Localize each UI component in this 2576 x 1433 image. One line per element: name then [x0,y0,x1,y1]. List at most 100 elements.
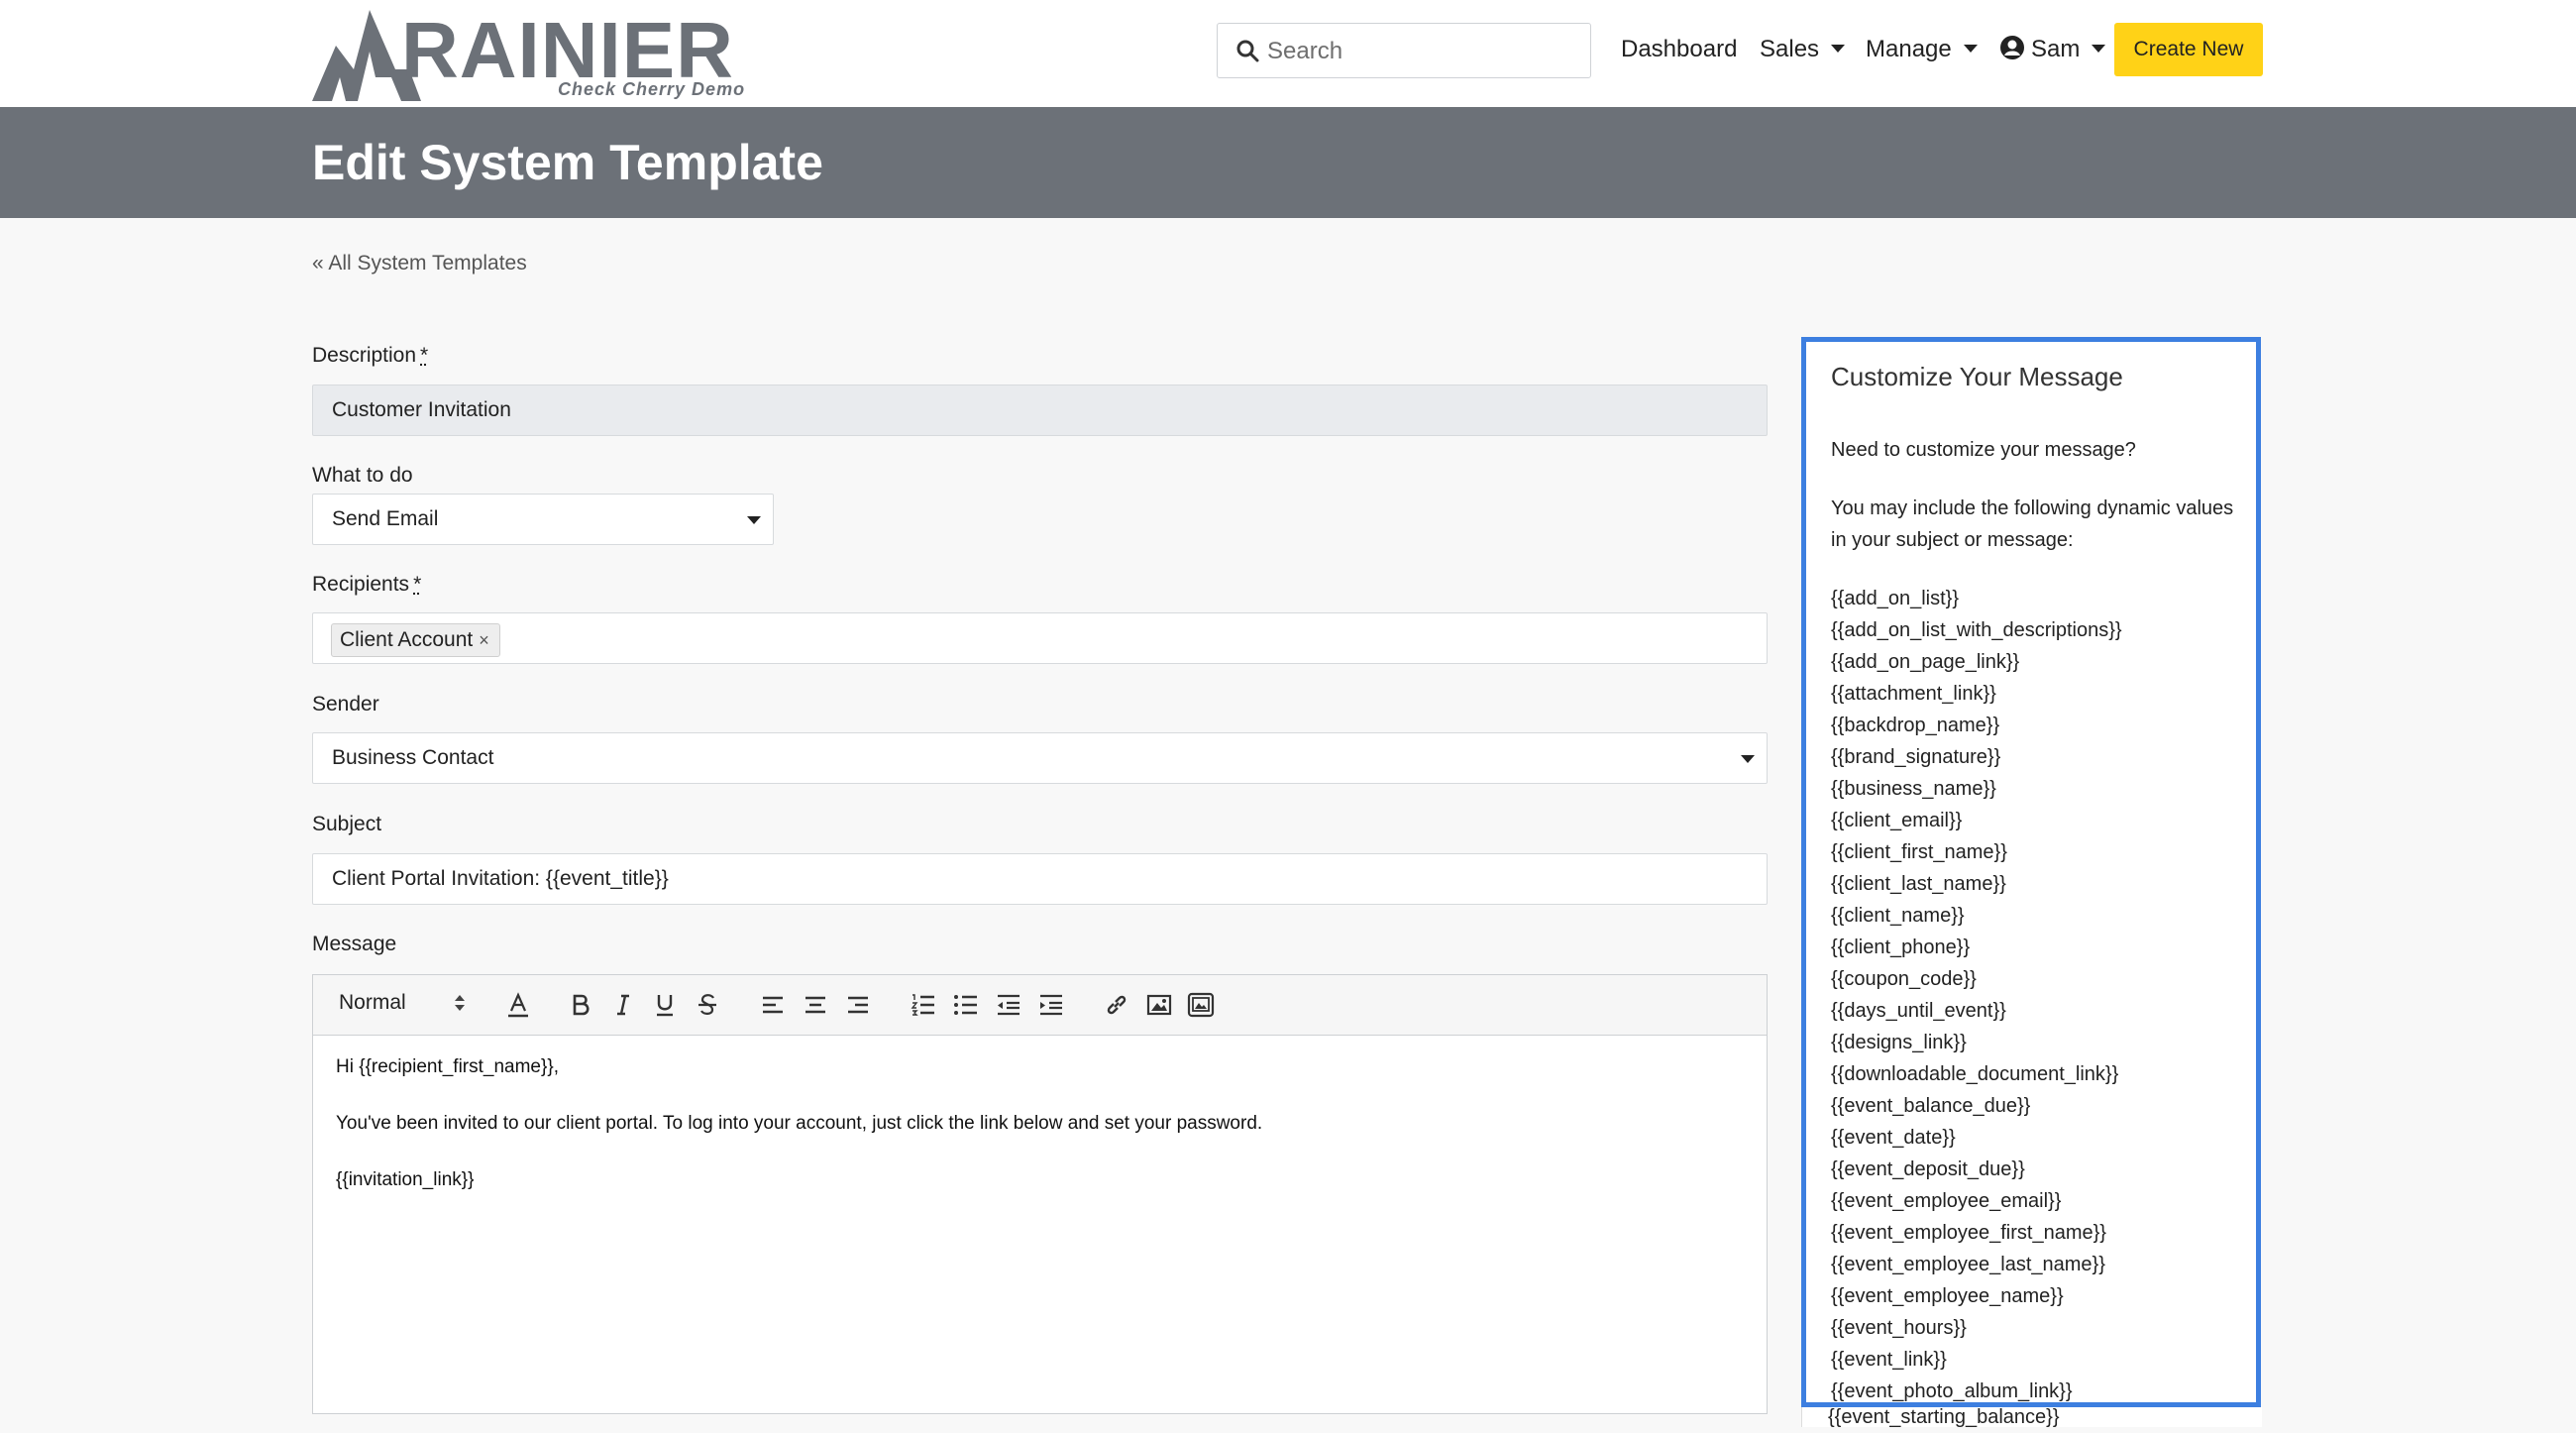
dynamic-value-item: {{business_name}} [1831,773,2122,805]
nav-user-menu[interactable]: Sam [1999,36,2105,63]
chevron-down-icon [1831,45,1845,53]
chevron-down-icon [1741,755,1755,763]
indent-icon [1038,993,1064,1017]
message-paragraph: Hi {{recipient_first_name}}, [336,1055,1744,1079]
message-paragraph: You've been invited to our client portal… [336,1112,1744,1136]
description-label: Description * [312,344,428,368]
align-right-icon [846,994,870,1016]
panel-description: You may include the following dynamic va… [1831,493,2247,556]
customize-message-panel: Customize Your Message Need to customize… [1801,337,2261,1407]
dynamic-value-item: {{days_until_event}} [1831,995,2122,1027]
insert-image-button[interactable] [1143,989,1175,1021]
bullet-list-icon [953,993,979,1017]
recipients-label-text: Recipients [312,573,409,596]
dynamic-values-list: {{add_on_list}} {{add_on_list_with_descr… [1831,583,2122,1407]
back-to-templates-link[interactable]: « All System Templates [312,252,527,276]
sender-select[interactable]: Business Contact [312,732,1768,784]
nav-dashboard[interactable]: Dashboard [1621,36,1737,63]
strikethrough-button[interactable] [692,989,723,1021]
sort-arrows-icon [454,993,466,1013]
user-avatar-icon [1999,35,2025,60]
dynamic-value-item: {{brand_signature}} [1831,741,2122,773]
create-new-button[interactable]: Create New [2114,23,2263,76]
dynamic-value-item: {{event_employee_email}} [1831,1185,2122,1217]
dynamic-value-item: {{client_phone}} [1831,932,2122,963]
text-color-icon [506,992,530,1018]
editor-toolbar: Normal [312,974,1768,1036]
align-right-button[interactable] [842,989,874,1021]
dynamic-value-item: {{add_on_page_link}} [1831,646,2122,678]
dynamic-value-item: {{event_hours}} [1831,1312,2122,1344]
search-input[interactable] [1265,32,1576,71]
chevron-down-icon [2092,45,2105,53]
page-header: Edit System Template [0,107,2576,218]
indent-button[interactable] [1035,989,1067,1021]
subject-field[interactable]: Client Portal Invitation: {{event_title}… [312,853,1768,905]
dynamic-value-item: {{event_link}} [1831,1344,2122,1376]
link-button[interactable] [1101,989,1132,1021]
message-editor[interactable]: Hi {{recipient_first_name}}, You've been… [312,1036,1768,1414]
message-label: Message [312,933,396,956]
underline-button[interactable] [649,989,681,1021]
dynamic-value-item: {{event_date}} [1831,1122,2122,1154]
panel-intro: Need to customize your message? [1831,439,2136,462]
bold-button[interactable] [565,989,596,1021]
ordered-list-button[interactable] [908,989,939,1021]
underline-icon [654,993,676,1017]
search-box [1217,23,1591,78]
nav-manage[interactable]: Manage [1866,36,1978,63]
dynamic-value-item: {{designs_link}} [1831,1027,2122,1058]
dynamic-value-item: {{client_name}} [1831,900,2122,932]
description-field[interactable]: Customer Invitation [312,385,1768,436]
dynamic-value-item: {{client_email}} [1831,805,2122,836]
subject-label: Subject [312,813,381,836]
image-icon [1146,993,1172,1017]
dynamic-value-item: {{event_employee_last_name}} [1831,1249,2122,1280]
dynamic-value-item: {{attachment_link}} [1831,678,2122,710]
dynamic-value-item: {{event_balance_due}} [1831,1090,2122,1122]
bold-icon [570,993,591,1017]
brand-logo[interactable]: RAINIER Check Cherry Demo [310,6,726,103]
insert-gallery-button[interactable] [1185,989,1217,1021]
recipients-label: Recipients * [312,573,421,597]
link-icon [1104,992,1129,1018]
sender-value: Business Contact [332,746,493,769]
dynamic-value-item: {{client_first_name}} [1831,836,2122,868]
italic-icon [612,993,634,1017]
nav-sales[interactable]: Sales [1760,36,1845,63]
what-to-do-select[interactable]: Send Email [312,494,774,545]
what-to-do-label: What to do [312,464,413,488]
sender-label: Sender [312,693,379,716]
align-center-button[interactable] [800,989,831,1021]
outdent-button[interactable] [993,989,1024,1021]
align-center-icon [804,994,827,1016]
strikethrough-icon [697,993,718,1017]
italic-button[interactable] [607,989,639,1021]
bullet-list-button[interactable] [950,989,982,1021]
dynamic-value-item: {{event_starting_balance}} [1828,1401,2060,1433]
recipient-tag: Client Account × [331,623,500,657]
message-paragraph: {{invitation_link}} [336,1168,1744,1192]
required-marker: * [420,344,428,367]
page-title: Edit System Template [312,133,823,192]
what-to-do-value: Send Email [332,507,438,530]
align-left-button[interactable] [757,989,789,1021]
dynamic-value-item: {{coupon_code}} [1831,963,2122,995]
ordered-list-icon [911,993,936,1017]
format-select-value: Normal [339,991,406,1014]
brand-subtitle: Check Cherry Demo [558,79,745,100]
dynamic-value-item: {{event_deposit_due}} [1831,1154,2122,1185]
description-label-text: Description [312,344,416,367]
dynamic-value-item: {{add_on_list_with_descriptions}} [1831,614,2122,646]
format-select[interactable]: Normal [339,991,466,1015]
nav-manage-label: Manage [1866,36,1952,62]
dynamic-value-item: {{client_last_name}} [1831,868,2122,900]
remove-tag-icon[interactable]: × [479,630,489,650]
recipient-tag-label: Client Account [340,628,473,651]
top-navbar: RAINIER Check Cherry Demo Dashboard Sale… [0,0,2576,107]
recipients-field[interactable]: Client Account × [312,612,1768,664]
text-color-button[interactable] [502,989,534,1021]
dynamic-value-item: {{add_on_list}} [1831,583,2122,614]
outdent-icon [996,993,1021,1017]
required-marker: * [413,573,421,596]
